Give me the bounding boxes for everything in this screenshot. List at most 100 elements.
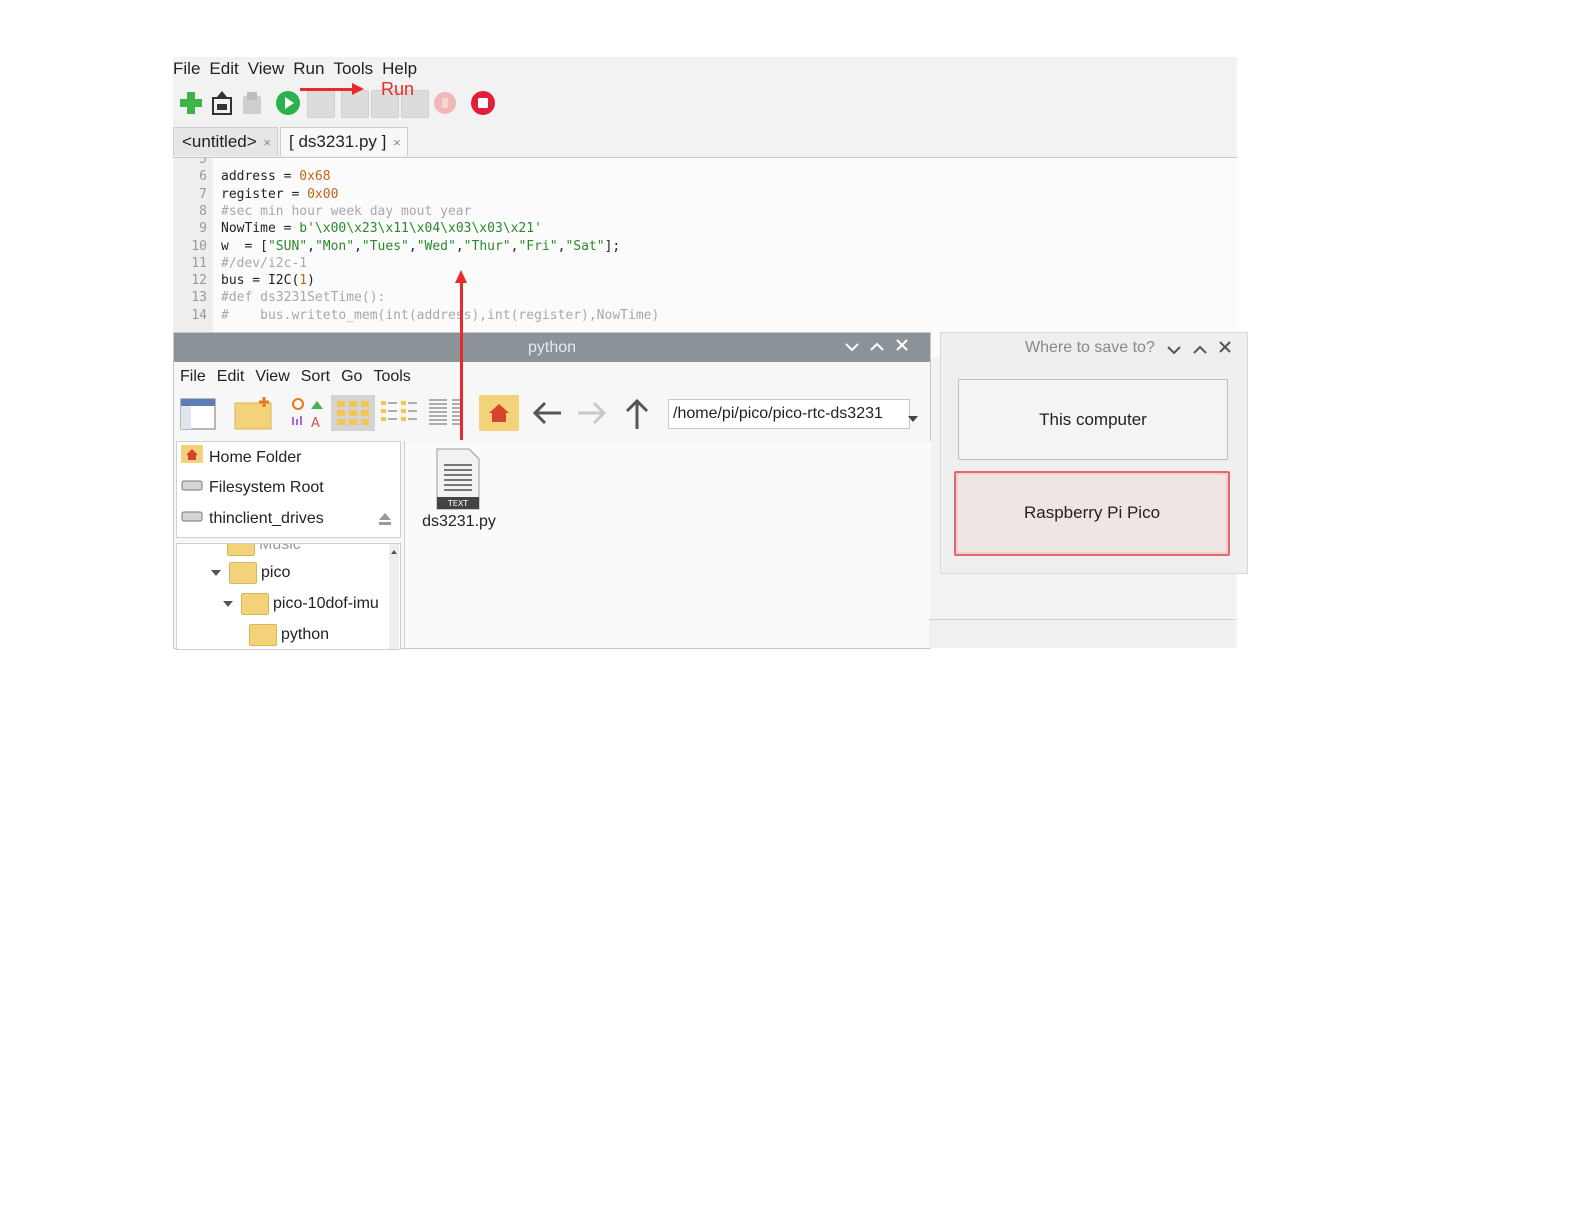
- file-badge: TEXT: [447, 499, 468, 508]
- close-icon[interactable]: ×: [263, 135, 271, 150]
- forward-arrow-icon[interactable]: [574, 395, 610, 431]
- menu-edit[interactable]: Edit: [209, 59, 238, 79]
- tree-item-music[interactable]: Music: [227, 543, 301, 558]
- file-name: ds3231.py: [422, 513, 496, 530]
- compact-view-icon[interactable]: [379, 395, 421, 431]
- resume-icon[interactable]: [432, 90, 458, 116]
- close-icon[interactable]: [1218, 340, 1232, 359]
- drive-icon: [181, 476, 203, 500]
- debug-icon[interactable]: [307, 90, 335, 118]
- menu-edit[interactable]: Edit: [217, 368, 245, 386]
- tab-untitled[interactable]: <untitled> ×: [173, 127, 279, 156]
- new-file-icon[interactable]: [178, 90, 204, 116]
- dialog-title-text: Where to save to?: [1025, 339, 1155, 356]
- menu-view[interactable]: View: [248, 59, 285, 79]
- path-input[interactable]: /home/pi/pico/pico-rtc-ds3231: [668, 399, 910, 429]
- file-item-ds3231[interactable]: TEXT: [435, 447, 481, 516]
- open-file-icon[interactable]: [209, 90, 235, 116]
- new-window-icon[interactable]: [179, 395, 217, 431]
- eject-icon[interactable]: [378, 512, 392, 531]
- code-text: NowTime = b'\x00\x23\x11\x04\x03\x03\x21…: [221, 221, 542, 237]
- run-icon[interactable]: [275, 90, 301, 116]
- place-thinclient-drives[interactable]: thinclient_drives: [181, 507, 324, 531]
- new-folder-icon[interactable]: [234, 395, 274, 431]
- code-text: #sec min hour week day mout year: [221, 203, 472, 219]
- raspberry-pi-pico-button[interactable]: Raspberry Pi Pico: [954, 471, 1230, 556]
- save-location-dialog: Where to save to? This computer Raspberr…: [940, 332, 1248, 574]
- line-number: 6: [199, 169, 207, 185]
- annotation-arrow-vertical-head: [455, 270, 467, 283]
- tab-ds3231[interactable]: [ ds3231.py ] ×: [280, 127, 408, 156]
- code-text: # bus.writeto_mem(int(address),int(regis…: [221, 307, 660, 323]
- line-number: 12: [191, 273, 207, 289]
- folder-icon: [249, 623, 277, 646]
- place-filesystem-root[interactable]: Filesystem Root: [181, 476, 324, 500]
- menu-help[interactable]: Help: [382, 59, 417, 79]
- line-number: 11: [191, 255, 207, 271]
- close-icon[interactable]: [891, 333, 913, 362]
- place-home-folder[interactable]: Home Folder: [181, 445, 301, 469]
- code-editor[interactable]: 5 6 address = 0x68 7 register = 0x00 8 #sec mi…: [173, 157, 1237, 358]
- icon-view-icon[interactable]: [331, 395, 375, 431]
- editor-tabs: <untitled> × [ ds3231.py ] ×: [173, 127, 410, 157]
- save-file-icon[interactable]: [239, 90, 265, 116]
- close-icon[interactable]: ×: [393, 135, 401, 150]
- menu-sort[interactable]: Sort: [301, 368, 330, 386]
- code-text: register = 0x00: [221, 186, 339, 202]
- line-number: 13: [191, 290, 207, 306]
- path-dropdown-icon[interactable]: [908, 411, 918, 429]
- thumbnail-view-icon[interactable]: A: [289, 395, 327, 431]
- stop-icon[interactable]: [470, 90, 496, 116]
- code-text: #/dev/i2c-1: [221, 255, 308, 271]
- line-number: 7: [199, 186, 207, 202]
- tree-item-label: Music: [259, 543, 301, 553]
- annotation-arrow: [300, 88, 355, 91]
- annotation-arrow-head: [352, 83, 364, 95]
- annotation-arrow-vertical: [460, 282, 463, 440]
- menu-view[interactable]: View: [255, 368, 289, 386]
- line-number: 8: [199, 203, 207, 219]
- code-text: #def ds3231SetTime():: [221, 290, 386, 306]
- minimize-icon[interactable]: [1167, 342, 1181, 360]
- places-panel: Home Folder Filesystem Root thinclient_d…: [176, 441, 401, 538]
- menu-tools[interactable]: Tools: [373, 368, 410, 386]
- code-text: bus = I2C(1): [221, 273, 315, 289]
- this-computer-button[interactable]: This computer: [958, 379, 1228, 460]
- file-manager-window: python File Edit View Sort Go Tools A /h…: [173, 332, 931, 650]
- home-icon[interactable]: [479, 395, 519, 431]
- back-arrow-icon[interactable]: [529, 395, 565, 431]
- maximize-icon[interactable]: [866, 333, 888, 362]
- file-list-area: TEXT ds3231.py: [404, 441, 931, 648]
- line-number: 9: [199, 221, 207, 237]
- up-arrow-icon[interactable]: [620, 395, 654, 431]
- menu-go[interactable]: Go: [341, 368, 362, 386]
- text-file-icon: TEXT: [436, 448, 480, 510]
- menu-tools[interactable]: Tools: [333, 59, 373, 79]
- line-number: 10: [191, 238, 207, 254]
- tree-item-label: pico-10dof-imu: [273, 595, 379, 612]
- tree-item-pico-10dof-imu[interactable]: pico-10dof-imu: [223, 591, 379, 617]
- menu-run[interactable]: Run: [293, 59, 324, 79]
- editor-menubar: File Edit View Run Tools Help: [173, 57, 426, 81]
- folder-icon: [227, 544, 255, 556]
- scrollbar[interactable]: [389, 544, 399, 649]
- code-text: address = 0x68: [221, 169, 331, 185]
- annotation-run-label: Run: [381, 79, 415, 99]
- tree-item-label: pico: [261, 564, 291, 581]
- tree-item-pico[interactable]: pico: [211, 560, 290, 586]
- home-folder-icon: [181, 445, 203, 471]
- expand-caret-icon[interactable]: [223, 600, 233, 607]
- place-label: Filesystem Root: [209, 479, 324, 497]
- drive-icon: [181, 507, 203, 531]
- svg-text:A: A: [311, 416, 320, 431]
- menu-file[interactable]: File: [180, 368, 206, 386]
- line-number: 14: [191, 307, 207, 323]
- tab-label: <untitled>: [182, 132, 257, 151]
- maximize-icon[interactable]: [1193, 342, 1207, 360]
- expand-caret-icon[interactable]: [211, 569, 221, 576]
- tree-item-python[interactable]: python: [249, 622, 329, 648]
- line-number: 5: [199, 157, 207, 167]
- menu-file[interactable]: File: [173, 59, 200, 79]
- minimize-icon[interactable]: [841, 333, 863, 362]
- place-label: Home Folder: [209, 449, 302, 467]
